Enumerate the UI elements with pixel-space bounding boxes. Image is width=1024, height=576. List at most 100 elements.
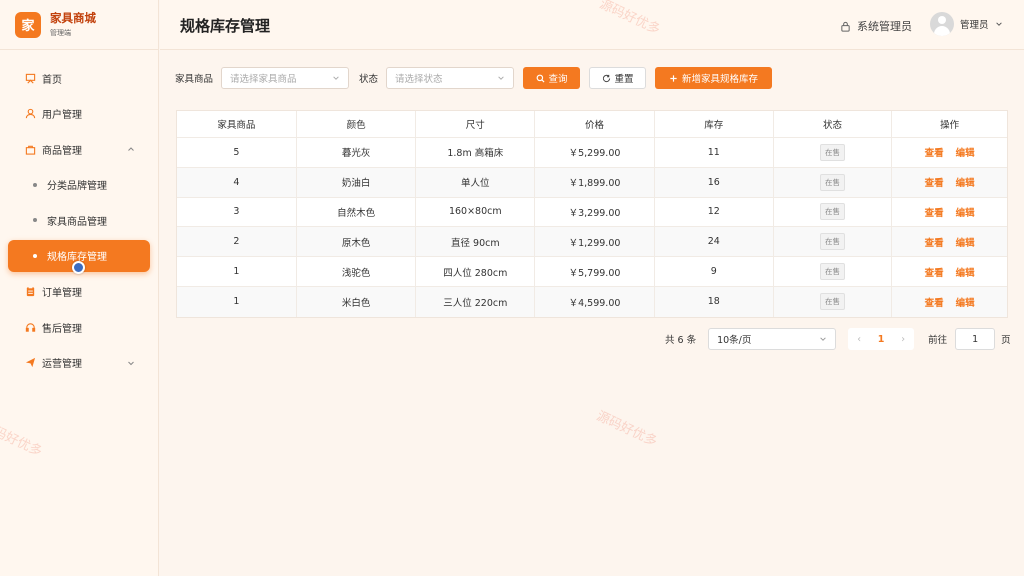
view-link[interactable]: 查看 [925,205,944,219]
table-row: 2 原木色 直径 90cm ￥1,299.00 24 在售 查看 编辑 [177,227,1007,258]
chevron-down-icon [820,337,826,341]
cell-size: 1.8m 高箱床 [416,138,536,167]
sidebar-item-products[interactable]: 商品管理 [8,133,150,165]
cell-stock: 24 [655,227,774,257]
filter-bar: 家具商品 请选择家具商品 状态 请选择状态 查询 重置 新增家具规格库存 [175,67,773,89]
cell-status: 在售 [774,257,893,286]
user-menu[interactable]: 管理员 [930,12,1003,36]
cell-status: 在售 [774,138,893,167]
cell-color: 米白色 [297,286,417,317]
send-icon [24,357,36,369]
status-select[interactable]: 请选择状态 [386,67,515,89]
column-header[interactable]: 颜色 [297,111,417,137]
cell-status: 在售 [774,167,893,197]
sidebar-item-operations[interactable]: 运营管理 [8,347,150,379]
add-button-label: 新增家具规格库存 [682,74,759,85]
cell-actions: 查看 编辑 [892,198,1007,227]
page-title: 规格库存管理 [180,17,271,35]
sidebar-item-label: 订单管理 [42,288,82,300]
view-link[interactable]: 查看 [925,295,944,309]
view-link[interactable]: 查看 [925,265,944,279]
sidebar-item-furniture-products[interactable]: 家具商品管理 [8,204,150,236]
cell-size: 单人位 [416,167,536,197]
product-filter-label: 家具商品 [175,74,214,85]
bullet-icon [33,253,37,258]
cell-actions: 查看 编辑 [892,138,1007,167]
view-link[interactable]: 查看 [925,235,944,249]
cell-stock: 9 [655,257,774,286]
sidebar-item-label: 家具商品管理 [47,216,107,228]
column-header[interactable]: 状态 [774,111,893,137]
edit-link[interactable]: 编辑 [956,295,975,309]
bag-icon [24,143,36,155]
prev-page-icon[interactable]: ‹ [848,334,870,345]
page-number[interactable]: 1 [870,334,892,345]
table-row: 4 奶油白 单人位 ￥1,899.00 16 在售 查看 编辑 [177,167,1007,198]
view-link[interactable]: 查看 [925,175,944,189]
sidebar-item-label: 商品管理 [42,145,82,157]
cell-price: ￥3,299.00 [535,197,655,227]
status-badge: 在售 [819,203,845,221]
brand-subtitle: 管理端 [50,29,71,37]
brand: 家 家具商城 管理端 [0,0,158,50]
pagination: 共 6 条 10条/页 ‹ 1 › 前往 1 页 [665,328,1011,350]
sidebar-item-home[interactable]: 首页 [8,62,150,94]
headset-icon [24,321,36,333]
status-badge: 在售 [819,233,845,251]
sidebar-item-label: 用户管理 [42,110,82,122]
edit-link[interactable]: 编辑 [956,265,975,279]
sidebar-item-after-sales[interactable]: 售后管理 [8,311,150,343]
cell-actions: 查看 编辑 [892,227,1007,256]
next-page-icon[interactable]: › [892,334,914,345]
cell-actions: 查看 编辑 [892,257,1007,286]
page-suffix: 页 [1001,335,1011,346]
column-header[interactable]: 库存 [655,111,774,137]
cell-price: ￥5,799.00 [535,257,655,286]
sidebar-item-label: 售后管理 [42,323,82,335]
chevron-up-icon [128,147,134,152]
view-link[interactable]: 查看 [925,145,944,159]
cell-color: 浅驼色 [297,257,417,286]
edit-link[interactable]: 编辑 [956,235,975,249]
table-row: 1 浅驼色 四人位 280cm ￥5,799.00 9 在售 查看 编辑 [177,257,1007,287]
chevron-down-icon [498,76,504,80]
sidebar-item-category-brand[interactable]: 分类品牌管理 [8,169,150,201]
edit-link[interactable]: 编辑 [956,145,975,159]
reset-button-label: 重置 [614,74,634,85]
status-badge: 在售 [819,263,845,281]
edit-link[interactable]: 编辑 [956,175,975,189]
cell-price: ￥1,899.00 [535,167,655,197]
page-size-select[interactable]: 10条/页 [708,328,837,350]
column-header[interactable]: 价格 [535,111,655,137]
goto-page-input[interactable]: 1 [955,328,996,350]
reset-button[interactable]: 重置 [589,67,647,89]
cell-stock: 12 [655,197,774,227]
cell-color: 奶油白 [297,167,417,197]
avatar [930,12,954,36]
sidebar: 家 家具商城 管理端 首页 用户管理 商品管理 分类品牌管理 家具商品管理 规格… [0,0,159,576]
sidebar-item-users[interactable]: 用户管理 [8,98,150,130]
role-indicator: 系统管理员 [840,18,912,34]
column-header[interactable]: 操作 [892,111,1007,137]
mouse-cursor-icon [72,261,85,274]
add-spec-stock-button[interactable]: 新增家具规格库存 [655,67,773,89]
cell-size: 三人位 220cm [416,286,536,317]
search-icon [536,74,545,83]
top-header: 规格库存管理 系统管理员 管理员 [160,0,1024,50]
sidebar-menu: 首页 用户管理 商品管理 分类品牌管理 家具商品管理 规格库存管理 订单管理 售… [0,50,158,379]
product-select[interactable]: 请选择家具商品 [221,67,350,89]
column-header[interactable]: 尺寸 [416,111,536,137]
cell-price: ￥4,599.00 [535,286,655,317]
query-button[interactable]: 查询 [523,67,581,89]
cell-stock: 11 [655,138,774,167]
column-header[interactable]: 家具商品 [177,111,297,137]
edit-link[interactable]: 编辑 [956,205,975,219]
easel-icon [24,72,36,84]
total-count: 共 6 条 [665,335,697,346]
sidebar-item-orders[interactable]: 订单管理 [8,276,150,308]
spec-stock-table: 家具商品 颜色 尺寸 价格 库存 状态 操作 5 暮光灰 1.8m 高箱床 ￥5… [176,110,1008,318]
cell-price: ￥1,299.00 [535,227,655,257]
cell-product: 3 [177,197,297,227]
clipboard-icon [24,286,36,298]
status-select-placeholder: 请选择状态 [395,74,443,85]
